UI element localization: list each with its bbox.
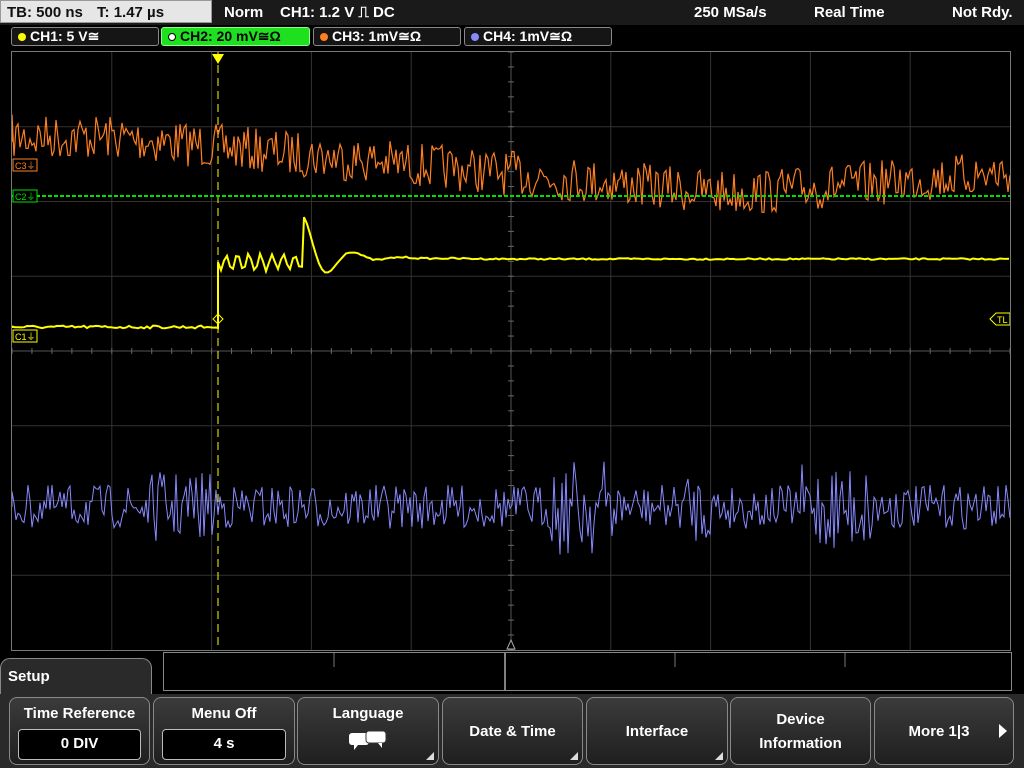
waveform-display[interactable]: C3⏚ C2⏚ C1⏚ TL: [11, 51, 1011, 651]
channel-4-button[interactable]: CH4: 1mV≅Ω: [464, 27, 612, 46]
time-position-label: T: 1.47 µs: [97, 4, 165, 21]
channel-2-button[interactable]: CH2: 20 mV≅Ω: [161, 27, 310, 46]
trigger-setting-label: CH1: 1.2 V ⎍ DC: [280, 4, 395, 21]
channel-3-ground-marker[interactable]: C3⏚: [12, 158, 38, 172]
next-page-arrow-icon: [999, 724, 1007, 738]
acquisition-mode-label: Real Time: [814, 4, 885, 21]
interface-label: Interface: [625, 723, 689, 740]
menu-title: Setup: [8, 668, 50, 685]
time-reference-value: 0 DIV: [18, 729, 141, 760]
channel-1-marker-label: C1⏚: [15, 332, 36, 342]
waveform-canvas: C3⏚ C2⏚ C1⏚ TL: [12, 52, 1010, 650]
date-time-softkey[interactable]: Date & Time: [442, 697, 583, 765]
channel-3-dot-icon: [320, 33, 328, 42]
channel-1-button[interactable]: CH1: 5 V≅: [11, 27, 159, 46]
channel-4-label: CH4: 1mV≅Ω: [483, 28, 573, 44]
channel-bar: CH1: 5 V≅ CH2: 20 mV≅Ω CH3: 1mV≅Ω CH4: 1…: [0, 26, 1024, 48]
trigger-mode-label: Norm: [224, 4, 264, 21]
channel-3-label: CH3: 1mV≅Ω: [332, 28, 422, 44]
channel-2-marker-label: C2⏚: [15, 192, 36, 202]
channel-3-button[interactable]: CH3: 1mV≅Ω: [313, 27, 461, 46]
time-reference-label: Time Reference: [23, 705, 136, 722]
menu-off-value: 4 s: [162, 729, 286, 760]
date-time-label: Date & Time: [469, 723, 556, 740]
language-label: Language: [332, 705, 404, 722]
trigger-level-marker[interactable]: TL: [989, 312, 1010, 326]
time-reference-softkey[interactable]: Time Reference 0 DIV: [9, 697, 150, 765]
graticule: [12, 52, 1010, 650]
channel-2-ground-marker[interactable]: C2⏚: [12, 189, 38, 203]
timebase-label: TB: 500 ns: [7, 4, 83, 21]
date-time-submenu-indicator-icon: [570, 752, 578, 760]
menu-off-softkey[interactable]: Menu Off 4 s: [153, 697, 295, 765]
status-label: Not Rdy.: [952, 4, 1013, 21]
channel-1-label: CH1: 5 V≅: [30, 28, 100, 44]
channel-2-label: CH2: 20 mV≅Ω: [180, 28, 281, 44]
trigger-level-label: TL: [997, 315, 1008, 325]
timeline-ticks: [333, 653, 846, 690]
more-label: More 1|3: [908, 723, 970, 740]
more-softkey[interactable]: More 1|3: [874, 697, 1014, 765]
timeline-strip[interactable]: [163, 652, 1012, 691]
device-information-softkey[interactable]: Device Information: [730, 697, 871, 765]
horizontal-center-marker-icon: [506, 638, 516, 650]
channel-2-dot-icon: [168, 33, 176, 42]
language-softkey[interactable]: Language: [297, 697, 439, 765]
channel-1-ground-marker[interactable]: C1⏚: [12, 329, 38, 343]
speech-bubble-icon: [349, 730, 387, 750]
interface-submenu-indicator-icon: [715, 752, 723, 760]
sample-rate-label: 250 MSa/s: [694, 4, 767, 21]
status-bar: TB: 500 ns T: 1.47 µs Norm CH1: 1.2 V ⎍ …: [0, 0, 1024, 25]
language-submenu-indicator-icon: [426, 752, 434, 760]
channel-4-dot-icon: [471, 33, 479, 42]
interface-softkey[interactable]: Interface: [586, 697, 728, 765]
channel-3-marker-label: C3⏚: [15, 161, 36, 171]
channel-1-dot-icon: [18, 33, 26, 42]
trigger-position-marker-icon: [212, 54, 224, 64]
device-information-line2: Information: [759, 735, 842, 752]
device-information-line1: Device: [776, 711, 825, 728]
menu-off-label: Menu Off: [191, 705, 257, 722]
timebase-box[interactable]: TB: 500 ns T: 1.47 µs: [0, 0, 212, 23]
